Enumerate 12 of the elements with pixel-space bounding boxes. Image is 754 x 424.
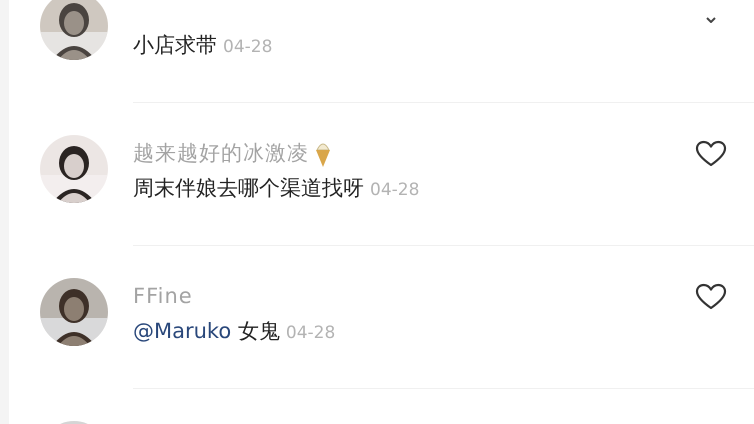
mention-link[interactable]: @Maruko — [133, 319, 232, 343]
comment-date: 04-28 — [223, 37, 272, 57]
comment-date: 04-28 — [370, 180, 420, 200]
user-name: 越来越好的冰激凌 — [133, 140, 309, 167]
comment-text: 小店求带 — [133, 33, 217, 57]
heart-icon[interactable] — [695, 283, 727, 311]
user-name: FFine — [133, 283, 193, 310]
comment-date: 04-28 — [286, 323, 336, 343]
comment-text: 周末伴娘去哪个渠道找呀 — [133, 176, 364, 200]
comment-text: 女鬼 — [238, 319, 280, 343]
heart-icon[interactable] — [695, 140, 727, 168]
caret-icon[interactable] — [706, 17, 716, 23]
